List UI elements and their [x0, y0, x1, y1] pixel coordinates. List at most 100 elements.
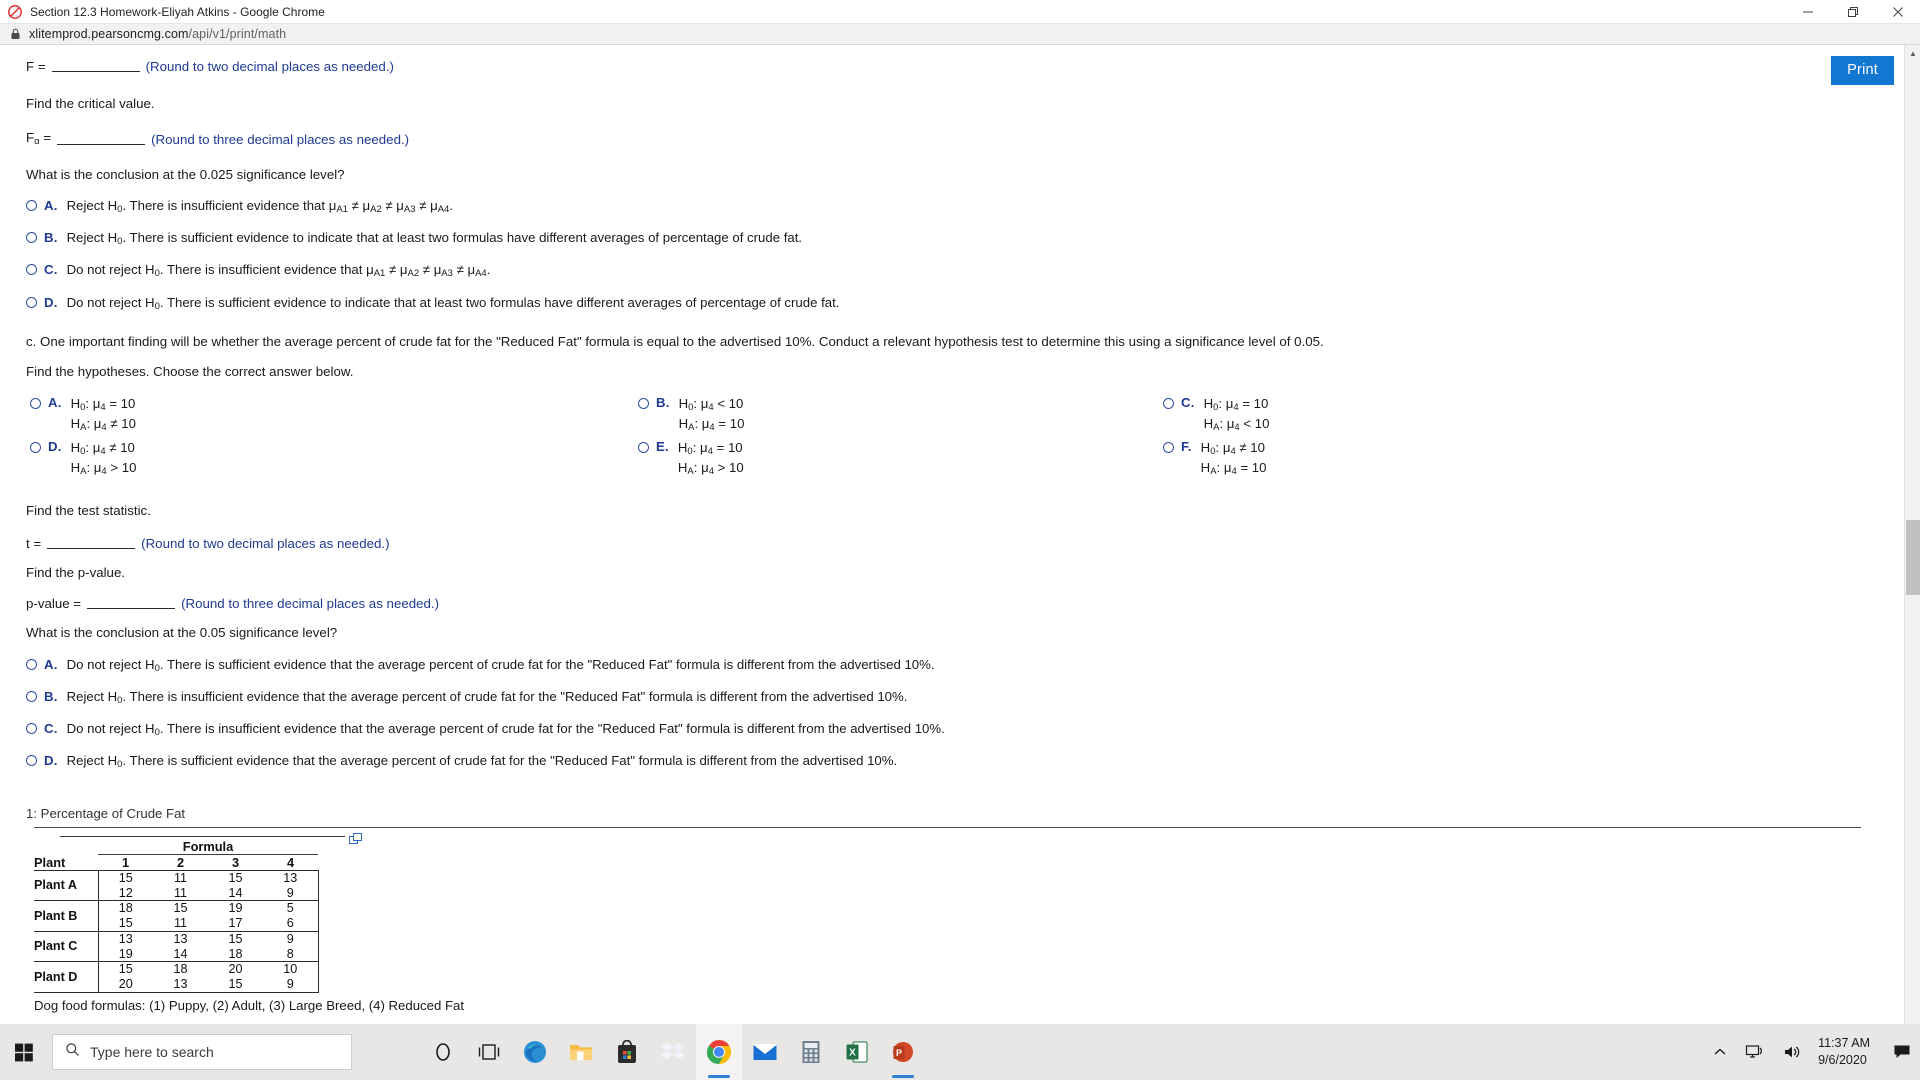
radio-hyp-b[interactable] [638, 397, 649, 409]
dropbox-icon[interactable] [650, 1024, 696, 1080]
row-label-plant-a: Plant A [34, 869, 99, 902]
f-alpha-equals: = [43, 129, 52, 145]
radio-b-b[interactable] [26, 232, 37, 244]
hypothesis-b-ha: HA: μ4 = 10 [678, 415, 745, 433]
option-c-c[interactable]: C. Do not reject H0. There is insufficie… [26, 721, 1900, 738]
radio-hyp-a[interactable] [30, 397, 41, 409]
t-answer-blank[interactable] [47, 537, 136, 550]
cell-a-2-1: 12 [98, 885, 153, 902]
address-bar[interactable]: xlitemprod.pearsoncmg.com/api/v1/print/m… [0, 24, 1920, 45]
radio-c-b[interactable] [26, 690, 37, 702]
option-b-c[interactable]: C. Do not reject H0. There is insufficie… [26, 262, 1900, 280]
action-center-icon[interactable] [1884, 1024, 1920, 1080]
cell-a-1-2: 11 [153, 869, 208, 886]
volume-icon[interactable] [1774, 1024, 1810, 1080]
cell-a-1-4: 13 [263, 869, 319, 886]
minimize-icon[interactable] [1785, 0, 1830, 24]
radio-c-d[interactable] [26, 754, 37, 766]
option-c-a[interactable]: A. Do not reject H0. There is sufficient… [26, 657, 1900, 674]
hypothesis-option-e[interactable]: E. H0: μ4 = 10 HA: μ4 > 10 [638, 439, 744, 479]
scrollbar-thumb[interactable] [1906, 520, 1920, 595]
f-statistic-row: F = (Round to two decimal places as need… [26, 59, 1900, 74]
print-preview-page: Print ▲ F = (Round to two decimal places… [0, 45, 1920, 1045]
option-c-a-text: Do not reject H0. There is sufficient ev… [66, 656, 935, 674]
option-b-a[interactable]: A. Reject H0. There is insufficient evid… [26, 198, 1900, 215]
cell-a-1-1: 15 [98, 869, 153, 886]
scroll-up-arrow[interactable]: ▲ [1905, 45, 1920, 62]
column-header-1: 1 [121, 854, 130, 870]
f-alpha-label: Fα = [26, 129, 52, 147]
app-indicator [892, 1075, 914, 1078]
cell-b-2-3: 17 [208, 916, 263, 932]
option-b-b-letter: B. [44, 230, 58, 246]
windows-start-icon[interactable] [0, 1024, 48, 1080]
hypothesis-option-e-letter: E. [656, 438, 669, 454]
find-test-statistic-text: Find the test statistic. [26, 502, 151, 518]
excel-icon[interactable]: X [834, 1024, 880, 1080]
microsoft-store-icon[interactable] [604, 1024, 650, 1080]
option-c-c-letter: C. [44, 720, 58, 736]
page-scrollbar[interactable]: ▲ [1904, 45, 1920, 1045]
radio-b-d[interactable] [26, 296, 37, 308]
hypothesis-d-ha: HA: μ4 > 10 [70, 459, 137, 477]
f-alpha-answer-blank[interactable] [57, 133, 146, 145]
hypothesis-d-h0: H0: μ4 ≠ 10 [70, 439, 135, 457]
cortana-icon[interactable] [420, 1024, 466, 1080]
radio-b-c[interactable] [26, 264, 37, 276]
cell-c-2-4: 8 [263, 946, 319, 963]
hypothesis-option-c-letter: C. [1181, 394, 1195, 410]
option-b-d-text: Do not reject H0. There is sufficient ev… [66, 294, 840, 312]
radio-c-a[interactable] [26, 658, 37, 670]
hypothesis-option-b[interactable]: B. H0: μ4 < 10 HA: μ4 = 10 [638, 395, 744, 435]
hypothesis-options-grid: A. H0: μ4 = 10 HA: μ4 ≠ 10 B. H0: μ4 < 1… [26, 395, 1526, 491]
cell-b-2-1: 15 [98, 916, 153, 932]
edge-icon[interactable] [512, 1024, 558, 1080]
f-answer-blank[interactable] [51, 60, 140, 72]
search-input[interactable]: Type here to search [52, 1034, 352, 1070]
radio-b-a[interactable] [26, 200, 37, 212]
option-b-d[interactable]: D. Do not reject H0. There is sufficient… [26, 295, 1900, 312]
find-critical-value-text: Find the critical value. [26, 96, 155, 111]
task-view-icon[interactable] [466, 1024, 512, 1080]
pvalue-answer-blank[interactable] [87, 597, 176, 610]
cell-c-1-4: 9 [263, 931, 319, 947]
cell-c-2-2: 14 [153, 946, 208, 963]
option-b-b[interactable]: B. Reject H0. There is sufficient eviden… [26, 230, 1900, 247]
hypothesis-option-b-letter: B. [656, 394, 670, 410]
plant-column-header: Plant [34, 854, 66, 870]
google-chrome-icon[interactable] [696, 1024, 742, 1080]
pvalue-hint: (Round to three decimal places as needed… [181, 596, 440, 612]
copy-icon[interactable] [349, 832, 363, 844]
hypothesis-option-d[interactable]: D. H0: μ4 ≠ 10 HA: μ4 > 10 [30, 439, 136, 479]
file-explorer-icon[interactable] [558, 1024, 604, 1080]
radio-c-c[interactable] [26, 722, 37, 734]
table-top-rule [60, 835, 345, 837]
hypothesis-option-c[interactable]: C. H0: μ4 = 10 HA: μ4 < 10 [1163, 395, 1269, 435]
radio-hyp-e[interactable] [638, 441, 649, 453]
show-hidden-icons-chevron[interactable] [1704, 1024, 1736, 1080]
cell-c-1-1: 13 [118, 931, 133, 946]
radio-hyp-c[interactable] [1163, 397, 1174, 409]
mail-icon[interactable] [742, 1024, 788, 1080]
hypothesis-option-a[interactable]: A. H0: μ4 = 10 HA: μ4 ≠ 10 [30, 395, 136, 435]
taskbar-clock[interactable]: 11:37 AM 9/6/2020 [1810, 1035, 1884, 1069]
cell-a-1-3: 15 [208, 869, 263, 886]
hypothesis-option-d-body: H0: μ4 ≠ 10 HA: μ4 > 10 [71, 439, 137, 479]
hypothesis-option-f-body: H0: μ4 ≠ 10 HA: μ4 = 10 [1201, 439, 1267, 479]
option-c-b[interactable]: B. Reject H0. There is insufficient evid… [26, 689, 1900, 706]
close-icon[interactable] [1875, 0, 1920, 24]
network-icon[interactable] [1736, 1024, 1774, 1080]
powerpoint-icon[interactable]: P [880, 1024, 926, 1080]
calculator-icon[interactable] [788, 1024, 834, 1080]
option-c-d[interactable]: D. Reject H0. There is sufficient eviden… [26, 753, 1900, 770]
radio-hyp-d[interactable] [30, 441, 41, 453]
radio-hyp-f[interactable] [1163, 441, 1174, 453]
conclusion-question-c: What is the conclusion at the 0.05 signi… [26, 625, 338, 641]
cell-c-1-3: 15 [228, 931, 243, 946]
cell-c-2-1: 19 [98, 946, 153, 963]
cell-a-2-2: 11 [153, 885, 208, 902]
hypothesis-option-d-letter: D. [48, 438, 62, 454]
restore-icon[interactable] [1830, 0, 1875, 24]
f-label: F = [26, 59, 46, 74]
hypothesis-option-f[interactable]: F. H0: μ4 ≠ 10 HA: μ4 = 10 [1163, 439, 1266, 479]
